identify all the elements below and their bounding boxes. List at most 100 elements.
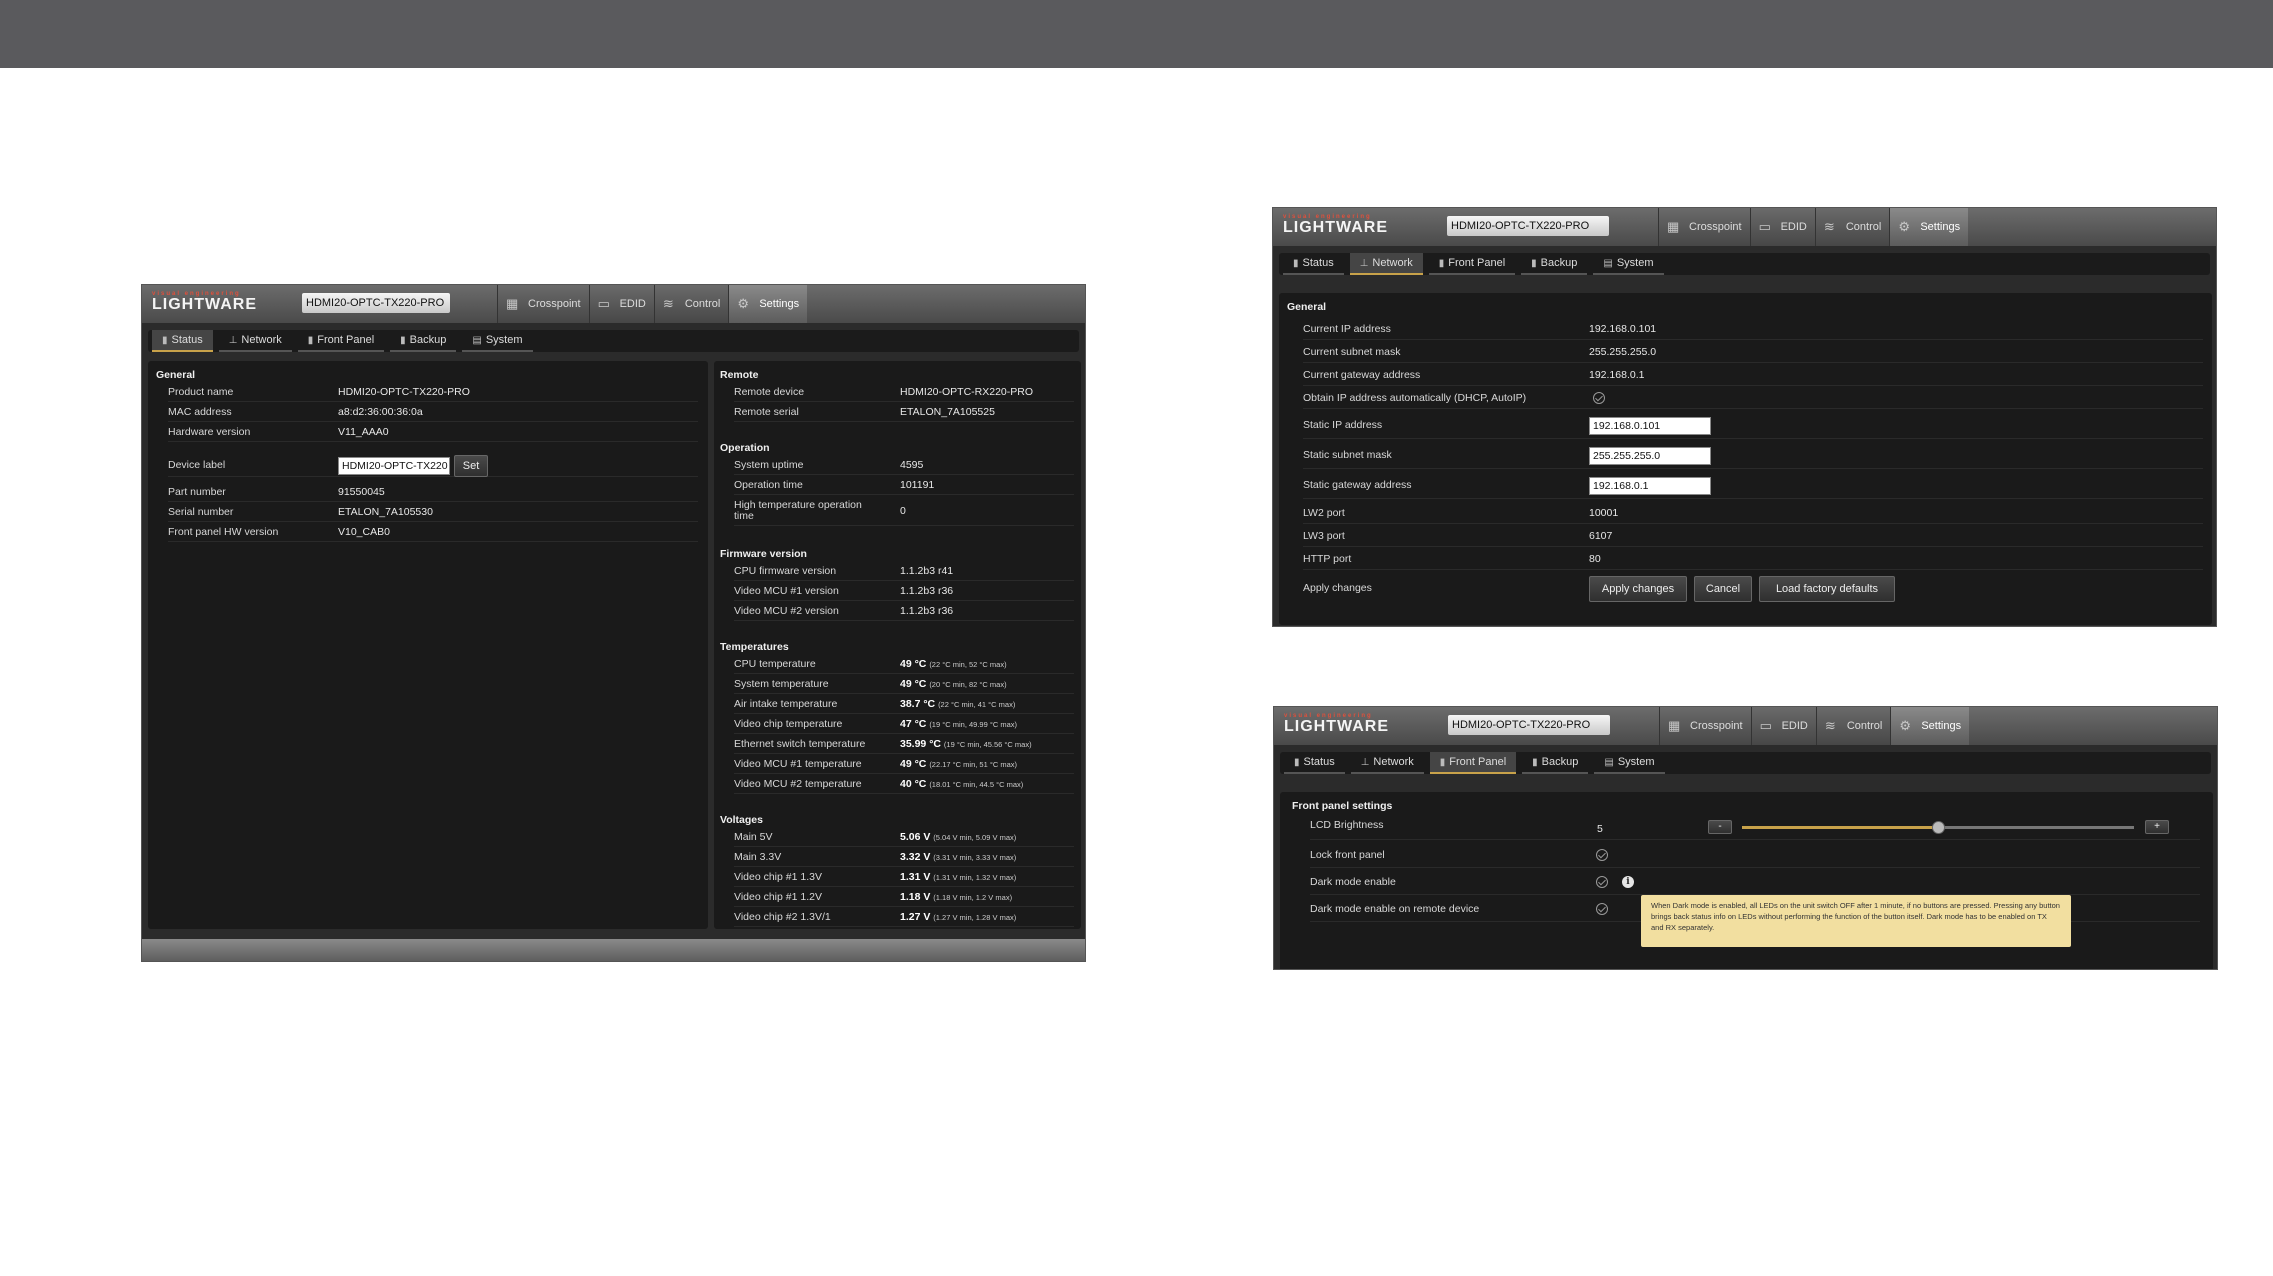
- subtab-backup[interactable]: ▮ Backup: [390, 330, 457, 352]
- grid-icon: ▦: [1668, 718, 1681, 733]
- network-screenshot: visual engineering LIGHTWARE HDMI20-OPTC…: [1272, 207, 2217, 627]
- tab-control[interactable]: ≋ Control: [1815, 707, 1891, 745]
- dhcp-checkbox[interactable]: [1593, 392, 1605, 404]
- set-button[interactable]: Set: [454, 455, 488, 477]
- main-tabs: ▦ Crosspoint ▭ EDID ≋ Control ⚙ Settings: [497, 285, 808, 323]
- brightness-slider-handle[interactable]: [1932, 821, 1945, 834]
- gears-icon: ⚙: [1899, 718, 1911, 733]
- subtab-status[interactable]: ▮ Status: [1284, 752, 1345, 774]
- load-factory-defaults-button[interactable]: Load factory defaults: [1759, 576, 1895, 602]
- system-icon: ▤: [1603, 257, 1613, 269]
- backup-icon: ▮: [400, 334, 406, 346]
- lightware-logo: visual engineering LIGHTWARE: [152, 291, 257, 313]
- static-gateway-input[interactable]: [1589, 477, 1711, 495]
- backup-icon: ▮: [1532, 756, 1538, 768]
- sliders-icon: ≋: [662, 296, 674, 311]
- monitor-icon: ▭: [1759, 718, 1772, 733]
- brightness-slider-track[interactable]: [1742, 821, 2134, 834]
- info-row: Part number 91550045: [168, 483, 698, 502]
- section-title: Operation: [720, 442, 770, 454]
- lock-front-panel-row: Lock front panel: [1310, 842, 2200, 868]
- apply-changes-button[interactable]: Apply changes: [1589, 576, 1687, 602]
- info-row: System uptime 4595: [734, 456, 1074, 475]
- app-header: visual engineering LIGHTWARE HDMI20-OPTC…: [1274, 707, 2217, 745]
- lightware-logo: visual engineering LIGHTWARE: [1284, 713, 1389, 735]
- device-label-input[interactable]: [338, 457, 450, 475]
- tab-crosspoint[interactable]: ▦ Crosspoint: [497, 285, 589, 323]
- info-row: Product name HDMI20-OPTC-TX220-PRO: [168, 383, 698, 402]
- tab-edid[interactable]: ▭ EDID: [1750, 707, 1816, 745]
- lightware-logo: visual engineering LIGHTWARE: [1283, 214, 1388, 236]
- subtab-status[interactable]: ▮ Status: [152, 330, 213, 352]
- subtab-system[interactable]: ▤ System: [462, 330, 533, 352]
- front-panel-screenshot: visual engineering LIGHTWARE HDMI20-OPTC…: [1273, 706, 2218, 970]
- tab-crosspoint[interactable]: ▦ Crosspoint: [1659, 707, 1751, 745]
- temp-row: Ethernet switch temperature 35.99 °C (19 …: [734, 735, 1074, 754]
- bottom-strip: [142, 939, 1085, 961]
- subtab-network[interactable]: ⊥ Network: [1349, 253, 1423, 275]
- subtab-front-panel[interactable]: ▮ Front Panel: [1428, 253, 1516, 275]
- network-panel: General Current IP address 192.168.0.101 …: [1279, 293, 2212, 625]
- network-icon: ⊥: [1359, 257, 1369, 269]
- tab-settings[interactable]: ⚙ Settings: [1890, 707, 1970, 745]
- section-title: General: [156, 369, 196, 381]
- info-row: HTTP port 80: [1303, 548, 2203, 570]
- static-mask-input[interactable]: [1589, 447, 1711, 465]
- tab-edid[interactable]: ▭ EDID: [588, 285, 654, 323]
- panel-icon: ▮: [1438, 257, 1445, 269]
- brightness-slider-fill: [1742, 826, 1938, 829]
- static-ip-input[interactable]: [1589, 417, 1711, 435]
- subtab-backup[interactable]: ▮ Backup: [1522, 752, 1589, 774]
- tab-crosspoint[interactable]: ▦ Crosspoint: [1658, 208, 1750, 246]
- info-row: Video MCU #1 version 1.1.2b3 r36: [734, 582, 1074, 601]
- sliders-icon: ≋: [1823, 219, 1835, 234]
- device-name-label: HDMI20-OPTC-TX220-PRO: [1447, 216, 1609, 236]
- gears-icon: ⚙: [1898, 219, 1910, 234]
- subtab-network[interactable]: ⊥ Network: [218, 330, 292, 352]
- device-name-label: HDMI20-OPTC-TX220-PRO: [1448, 715, 1610, 735]
- info-row: Current IP address 192.168.0.101: [1303, 318, 2203, 340]
- sliders-icon: ≋: [1824, 718, 1836, 733]
- brightness-minus-button[interactable]: -: [1708, 820, 1732, 834]
- tab-settings[interactable]: ⚙ Settings: [1889, 208, 1969, 246]
- dark-mode-remote-checkbox[interactable]: [1596, 903, 1608, 915]
- subtab-status[interactable]: ▮ Status: [1283, 253, 1344, 275]
- sub-tabs: ▮ Status ⊥ Network ▮ Front Panel ▮ Backup ▤ S…: [1279, 253, 2210, 275]
- gears-icon: ⚙: [737, 296, 749, 311]
- section-title: Firmware version: [720, 548, 807, 560]
- brightness-plus-button[interactable]: +: [2145, 820, 2169, 834]
- panel-icon: ▮: [1439, 756, 1446, 768]
- page-top-bar: [0, 0, 2273, 68]
- status-icon: ▮: [162, 334, 168, 346]
- info-row: Operation time 101191: [734, 476, 1074, 495]
- network-icon: ⊥: [228, 334, 238, 346]
- tab-settings[interactable]: ⚙ Settings: [728, 285, 808, 323]
- tab-control[interactable]: ≋ Control: [1814, 208, 1890, 246]
- app-header: visual engineering LIGHTWARE HDMI20-OPTC…: [1273, 208, 2216, 246]
- info-row: Hardware version V11_AAA0: [168, 423, 698, 442]
- subtab-front-panel[interactable]: ▮ Front Panel: [297, 330, 385, 352]
- static-mask-row: Static subnet mask: [1303, 441, 2203, 469]
- system-icon: ▤: [472, 334, 482, 346]
- system-icon: ▤: [1604, 756, 1614, 768]
- main-tabs: ▦ Crosspoint ▭ EDID ≋ Control ⚙ Settings: [1658, 208, 1969, 246]
- temp-row: Video MCU #1 temperature 49 °C (22.17 °C …: [734, 755, 1074, 774]
- info-row: MAC address a8:d2:36:00:36:0a: [168, 403, 698, 422]
- cancel-button[interactable]: Cancel: [1694, 576, 1752, 602]
- subtab-front-panel[interactable]: ▮ Front Panel: [1429, 752, 1517, 774]
- tab-control[interactable]: ≋ Control: [653, 285, 729, 323]
- section-title: Front panel settings: [1292, 800, 1393, 812]
- static-gateway-row: Static gateway address: [1303, 471, 2203, 499]
- tab-edid[interactable]: ▭ EDID: [1749, 208, 1815, 246]
- info-icon[interactable]: i: [1622, 876, 1634, 888]
- panel-icon: ▮: [307, 334, 314, 346]
- subtab-system[interactable]: ▤ System: [1594, 752, 1665, 774]
- general-panel: General Product name HDMI20-OPTC-TX220-PR…: [148, 361, 708, 929]
- subtab-network[interactable]: ⊥ Network: [1350, 752, 1424, 774]
- dark-mode-checkbox[interactable]: [1596, 876, 1608, 888]
- dhcp-row: Obtain IP address automatically (DHCP, A…: [1303, 387, 2203, 409]
- subtab-backup[interactable]: ▮ Backup: [1521, 253, 1588, 275]
- subtab-system[interactable]: ▤ System: [1593, 253, 1664, 275]
- main-tabs: ▦ Crosspoint ▭ EDID ≋ Control ⚙ Settings: [1659, 707, 1970, 745]
- lock-front-panel-checkbox[interactable]: [1596, 849, 1608, 861]
